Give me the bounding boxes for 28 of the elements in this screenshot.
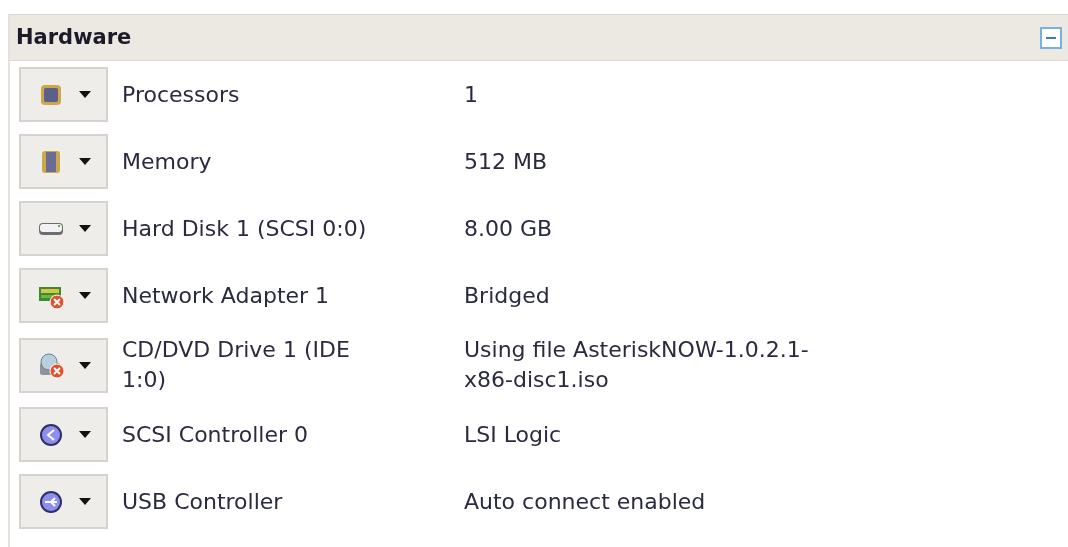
device-menu-button[interactable] — [19, 474, 108, 529]
device-label: USB Controller — [122, 487, 284, 516]
panel-title: Hardware — [16, 23, 132, 51]
device-value: Using file AsteriskNOW-1.0.2.1-x86-disc1.iso — [464, 336, 810, 394]
collapse-button[interactable] — [1040, 26, 1062, 49]
device-menu-button[interactable] — [19, 67, 108, 122]
caret-icon — [78, 361, 91, 369]
caret-icon — [78, 91, 91, 98]
device-value: Bridged — [464, 281, 551, 310]
caret-icon — [78, 498, 91, 505]
device-menu-button[interactable] — [19, 134, 108, 189]
device-value: LSI Logic — [464, 420, 563, 449]
device-value: 8.00 GB — [464, 214, 554, 243]
device-label: Processors — [122, 80, 241, 109]
device-label: Hard Disk 1 (SCSI 0:0) — [122, 214, 368, 243]
device-label: SCSI Controller 0 — [122, 420, 309, 449]
caret-icon — [78, 292, 91, 299]
device-label: Memory — [122, 147, 213, 176]
device-label: Network Adapter 1 — [122, 281, 331, 310]
device-menu-button[interactable] — [19, 201, 108, 256]
device-value: Auto connect enabled — [464, 487, 707, 516]
device-value: 1 — [464, 80, 479, 109]
caret-icon — [78, 225, 91, 232]
caret-icon — [78, 158, 91, 165]
device-menu-button[interactable] — [19, 407, 108, 462]
device-value: 512 MB — [464, 147, 549, 176]
caret-icon — [78, 431, 91, 438]
device-label: CD/DVD Drive 1 (IDE 1:0) — [122, 336, 351, 394]
